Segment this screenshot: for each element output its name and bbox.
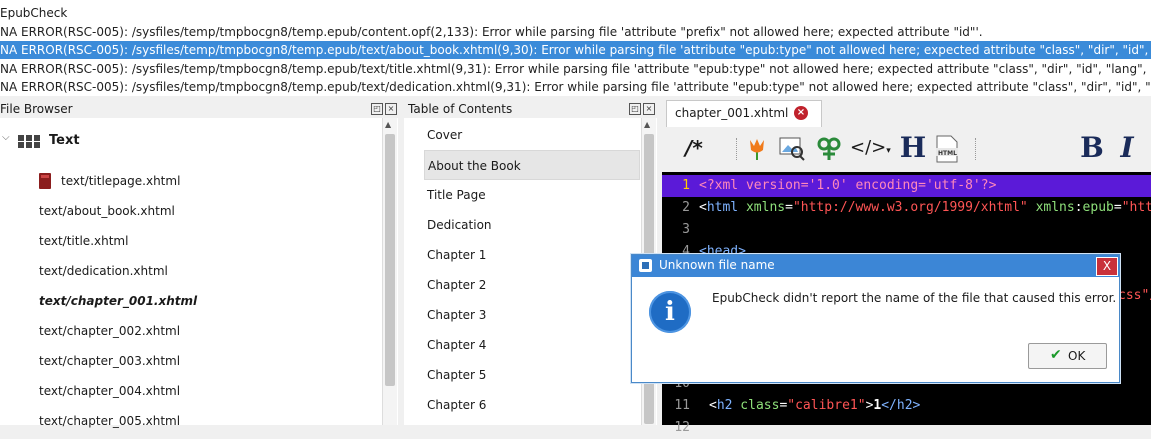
error-row[interactable]: NA ERROR(RSC-005): /sysfiles/temp/tmpboc… [0, 23, 1151, 41]
link-add-icon[interactable] [814, 136, 844, 168]
code-text: css"/ [1118, 288, 1151, 303]
toc-item[interactable]: Dedication [424, 210, 640, 240]
file-item[interactable]: text/chapter_002.xhtml [39, 316, 180, 346]
toc-item[interactable]: Cover [424, 120, 640, 150]
dialog-titlebar[interactable]: Unknown file name X [632, 255, 1119, 277]
file-item[interactable]: text/dedication.xhtml [39, 256, 168, 286]
code-tag-icon: </> [850, 137, 887, 158]
line-number: 2 [682, 200, 690, 215]
code-line: 3 [662, 219, 1151, 241]
html-file-icon[interactable]: HTML [934, 134, 960, 166]
toc-item[interactable]: Chapter 5 [424, 360, 640, 390]
tab-chapter-001[interactable]: chapter_001.xhtml × [666, 100, 822, 127]
toc-title: Table of Contents [408, 102, 513, 116]
toc-item[interactable]: Chapter 4 [424, 330, 640, 360]
toc-item-selected[interactable]: About the Book [424, 150, 640, 180]
file-item[interactable]: text/chapter_005.xhtml [39, 406, 180, 436]
code-tag-button[interactable]: </>▾ [850, 132, 891, 164]
editor-toolbar: /* </>▾ H HTML B I [662, 130, 1151, 168]
comment-button[interactable]: /* [680, 132, 708, 164]
file-item[interactable]: text/chapter_003.xhtml [39, 346, 180, 376]
unknown-file-dialog: Unknown file name X i EpubCheck didn't r… [631, 254, 1120, 383]
toolbar-separator [736, 138, 739, 160]
scrollbar-thumb[interactable] [385, 134, 395, 386]
line-number: 1 [682, 178, 690, 193]
code-line: 12 [662, 417, 1151, 439]
code-text: <html xmlns="http://www.w3.org/1999/xhtm… [699, 200, 1151, 215]
file-item[interactable]: text/about_book.xhtml [39, 196, 175, 226]
file-browser-title: File Browser [0, 102, 73, 116]
image-search-icon[interactable] [778, 134, 806, 166]
bold-button[interactable]: B [1078, 132, 1106, 164]
file-item-open[interactable]: text/chapter_001.xhtml [39, 286, 197, 316]
line-number: 11 [674, 398, 690, 413]
file-item[interactable]: text/chapter_004.xhtml [39, 376, 180, 406]
code-line: 11 <h2 class="calibre1">1</h2> [662, 395, 1151, 417]
error-row-selected[interactable]: NA ERROR(RSC-005): /sysfiles/temp/tmpboc… [0, 41, 1151, 59]
toc-item[interactable]: Chapter 1 [424, 240, 640, 270]
check-icon: ✔ [1050, 347, 1062, 363]
app-icon [639, 259, 652, 272]
table-of-contents: Cover About the Book Title Page Dedicati… [404, 118, 657, 425]
italic-button[interactable]: I [1115, 132, 1139, 164]
close-dock-button[interactable]: × [385, 103, 397, 115]
file-item[interactable]: text/title.xhtml [39, 226, 128, 256]
dialog-title: Unknown file name [659, 258, 775, 272]
error-row[interactable]: NA ERROR(RSC-005): /sysfiles/temp/tmpboc… [0, 60, 1151, 78]
tulip-icon[interactable] [746, 136, 768, 168]
close-dialog-button[interactable]: X [1096, 257, 1118, 276]
text-folder[interactable]: Text [49, 133, 80, 148]
dropdown-arrow-icon[interactable]: ▾ [886, 146, 891, 156]
scroll-up-icon[interactable]: ▲ [644, 120, 650, 129]
toc-item[interactable]: Chapter 3 [424, 300, 640, 330]
svg-text:HTML: HTML [938, 150, 957, 157]
float-dock-button[interactable]: ◰ [371, 103, 383, 115]
tab-label: chapter_001.xhtml [675, 106, 789, 120]
toc-item[interactable]: Title Page [424, 180, 640, 210]
ok-button[interactable]: ✔ OK [1028, 343, 1107, 369]
epubcheck-title: EpubCheck [0, 6, 68, 20]
code-line: 1 <?xml version='1.0' encoding='utf-8'?> [662, 175, 1151, 197]
close-dock-button[interactable]: × [643, 103, 655, 115]
ok-label: OK [1068, 349, 1086, 363]
close-tab-icon[interactable]: × [794, 106, 808, 120]
code-text: <?xml version='1.0' encoding='utf-8'?> [699, 178, 997, 193]
heading-button[interactable]: H [898, 132, 928, 164]
file-browser: ⌵ Text text/titlepage.xhtml text/about_b… [0, 118, 398, 428]
file-item[interactable]: text/titlepage.xhtml [61, 166, 180, 196]
toolbar-separator [975, 138, 978, 160]
chevron-down-icon[interactable]: ⌵ [2, 132, 10, 143]
folder-icon [18, 135, 40, 148]
code-text: <h2 class="calibre1">1</h2> [709, 398, 921, 413]
toc-item[interactable]: Chapter 2 [424, 270, 640, 300]
code-line: 2 <html xmlns="http://www.w3.org/1999/xh… [662, 197, 1151, 219]
info-icon: i [649, 291, 691, 333]
scroll-up-icon[interactable]: ▲ [385, 120, 391, 129]
epubcheck-panel: EpubCheck NA ERROR(RSC-005): /sysfiles/t… [0, 0, 1151, 96]
file-browser-scrollbar[interactable]: ▲ [382, 118, 397, 425]
line-number: 3 [682, 222, 690, 237]
float-dock-button[interactable]: ◰ [629, 103, 641, 115]
dialog-message: EpubCheck didn't report the name of the … [712, 291, 1117, 305]
toc-item[interactable]: Chapter 6 [424, 390, 640, 420]
error-row[interactable]: NA ERROR(RSC-005): /sysfiles/temp/tmpboc… [0, 78, 1151, 96]
book-icon [39, 173, 51, 189]
line-number: 12 [674, 420, 690, 435]
